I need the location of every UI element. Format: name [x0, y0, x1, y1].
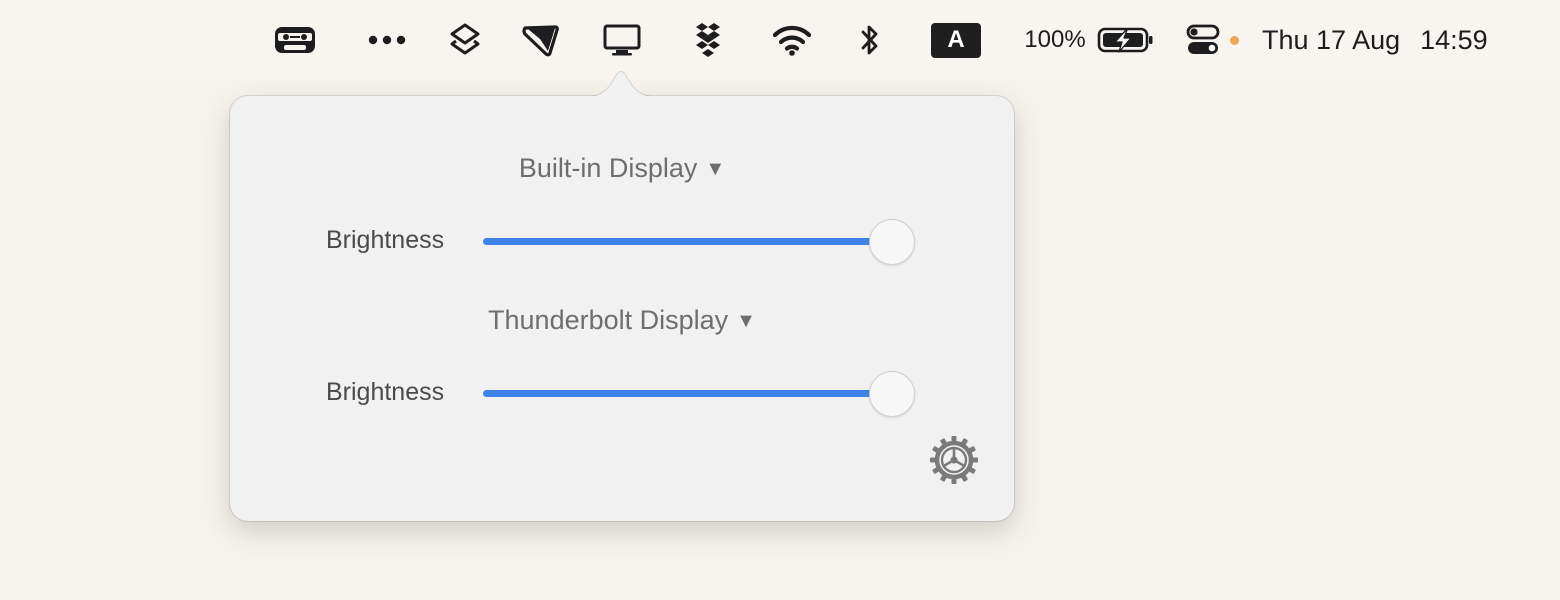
input-source-button[interactable]: A: [930, 0, 982, 80]
brightness-label: Brightness: [326, 378, 445, 406]
chevron-down-icon: ▼: [736, 310, 756, 332]
status-dot: [1227, 0, 1241, 80]
clock-date: Thu 17 Aug: [1262, 24, 1401, 55]
wifi-icon[interactable]: [770, 0, 814, 80]
display-brightness-popover: Built-in Display ▼ Brightness Thunderbolt…: [230, 96, 1014, 521]
built-in-display-selector[interactable]: Built-in Display ▼: [230, 153, 1014, 184]
slider-knob[interactable]: [869, 370, 915, 417]
input-source-label: A: [931, 22, 981, 58]
thunderbolt-brightness-row: Brightness: [230, 368, 1014, 418]
brightness-label: Brightness: [326, 226, 445, 254]
battery-percent-label: 100%: [1024, 26, 1086, 53]
settings-button[interactable]: [927, 434, 981, 491]
control-center-icon[interactable]: [1183, 0, 1223, 80]
flag-icon[interactable]: [520, 0, 562, 80]
dropbox-icon[interactable]: [689, 0, 727, 80]
popover-arrow: [588, 68, 654, 97]
built-in-brightness-slider[interactable]: [483, 218, 915, 265]
bluetooth-icon[interactable]: [855, 0, 885, 80]
slider-fill: [483, 238, 875, 245]
battery-icon[interactable]: [1096, 0, 1156, 80]
shortcuts-icon[interactable]: [445, 0, 485, 80]
thunderbolt-brightness-slider[interactable]: [483, 370, 915, 417]
clock-time: 14:59: [1420, 24, 1488, 55]
gear-icon: [928, 434, 980, 491]
slider-fill: [483, 390, 875, 397]
menu-bar: A 100% Thu 17 Aug 14:59: [0, 0, 1560, 80]
display-name: Thunderbolt Display: [488, 305, 729, 335]
slider-knob[interactable]: [869, 218, 915, 265]
more-dots-icon[interactable]: [365, 0, 409, 80]
thunderbolt-display-selector[interactable]: Thunderbolt Display ▼: [230, 305, 1014, 336]
cassette-icon[interactable]: [272, 0, 318, 80]
chevron-down-icon: ▼: [705, 158, 726, 180]
display-name: Built-in Display: [518, 153, 698, 183]
battery-percent: 100%: [1020, 0, 1090, 80]
menubar-clock[interactable]: Thu 17 Aug 14:59: [1262, 0, 1530, 80]
built-in-brightness-row: Brightness: [230, 216, 1014, 266]
